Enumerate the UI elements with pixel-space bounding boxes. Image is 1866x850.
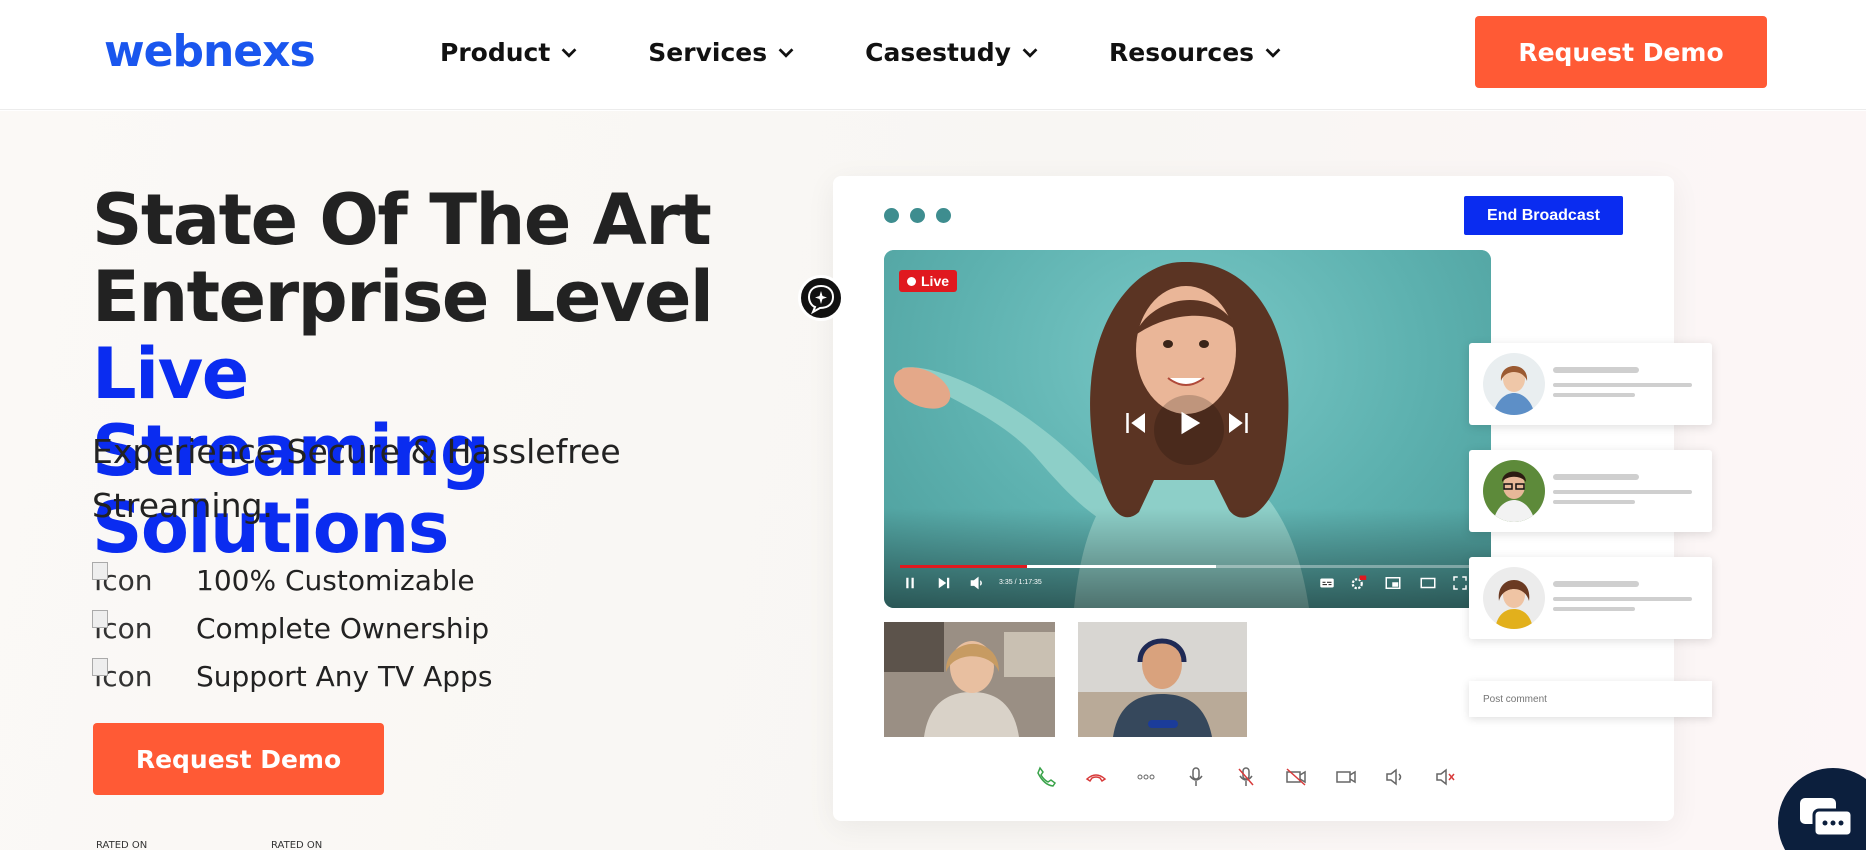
feature-item: Icon Complete Ownership — [92, 604, 492, 652]
feature-icon: Icon — [92, 608, 196, 648]
play-icon[interactable] — [1174, 408, 1204, 438]
feature-item: Icon Support Any TV Apps — [92, 652, 492, 700]
participant-thumbnail[interactable] — [884, 622, 1055, 737]
placeholder-line — [1553, 383, 1692, 387]
feature-icon: Icon — [92, 656, 196, 696]
skip-forward-icon[interactable] — [1224, 408, 1254, 438]
sparkle-chat-icon — [807, 284, 835, 315]
hero-title-line1: State Of The Art — [92, 179, 712, 261]
placeholder-line — [1553, 597, 1692, 601]
placeholder-line — [1553, 581, 1639, 587]
call-controls — [1034, 765, 1458, 789]
support-chat-button[interactable] — [1778, 768, 1866, 850]
pause-icon[interactable] — [901, 574, 919, 592]
feature-label: Complete Ownership — [196, 611, 490, 645]
video-progress-fill — [900, 565, 1027, 568]
chevron-down-icon — [561, 47, 577, 58]
ai-chat-button[interactable] — [798, 275, 844, 321]
participant-video — [1078, 622, 1247, 737]
video-time: 3:35 / 1:17:35 — [999, 579, 1042, 586]
feature-icon: Icon — [92, 560, 196, 600]
next-icon[interactable] — [935, 574, 953, 592]
hang-up-icon[interactable] — [1084, 765, 1108, 789]
chat-bubbles-icon — [1800, 798, 1854, 838]
participant-thumbnail[interactable] — [1078, 622, 1247, 737]
skip-back-icon[interactable] — [1120, 408, 1150, 438]
placeholder-line — [1553, 367, 1639, 373]
phone-icon[interactable] — [1034, 765, 1058, 789]
chevron-down-icon — [1265, 47, 1281, 58]
dot-icon — [936, 208, 951, 223]
placeholder-line — [1553, 500, 1635, 504]
chat-list-item[interactable] — [1469, 343, 1712, 425]
site-header: webnexs Product Services Casestudy Resou… — [0, 0, 1866, 110]
placeholder-line — [1553, 393, 1635, 397]
window-dots — [884, 208, 951, 223]
post-comment-input[interactable] — [1469, 681, 1712, 717]
fullscreen-icon[interactable] — [1451, 574, 1469, 592]
feature-label: 100% Customizable — [196, 563, 475, 597]
placeholder-line — [1553, 490, 1692, 494]
chat-list-item[interactable] — [1469, 450, 1712, 532]
hero-subtitle: Experience Secure & Hasslefree Streaming… — [92, 432, 621, 525]
feature-item: Icon 100% Customizable — [92, 556, 492, 604]
volume-icon[interactable] — [969, 574, 987, 592]
chat-list-item[interactable] — [1469, 557, 1712, 639]
placeholder-line — [1553, 474, 1639, 480]
chevron-down-icon — [778, 47, 794, 58]
avatar — [1483, 567, 1545, 629]
dot-icon — [884, 208, 899, 223]
settings-icon[interactable] — [1349, 574, 1367, 592]
participant-video — [884, 622, 1055, 737]
nav-label: Product — [440, 38, 551, 67]
main-nav: Product Services Casestudy Resources — [440, 38, 1352, 67]
video-shade — [884, 508, 1491, 608]
microphone-icon[interactable] — [1184, 765, 1208, 789]
placeholder-line — [1553, 607, 1635, 611]
rated-on-label: RATED ON — [96, 840, 148, 850]
hero-title-line2: Enterprise Level — [92, 256, 714, 338]
nav-item-product[interactable]: Product — [440, 38, 580, 67]
nav-item-resources[interactable]: Resources — [1109, 38, 1284, 67]
dot-icon — [910, 208, 925, 223]
hero-title-highlight: Live — [92, 333, 249, 415]
feature-list: Icon 100% Customizable Icon Complete Own… — [92, 556, 492, 700]
microphone-off-icon[interactable] — [1234, 765, 1258, 789]
logo[interactable]: webnexs — [104, 26, 316, 77]
rated-on-label: RATED ON — [271, 840, 323, 850]
miniplayer-icon[interactable] — [1384, 574, 1402, 592]
nav-item-casestudy[interactable]: Casestudy — [865, 38, 1041, 67]
video-off-icon[interactable] — [1284, 765, 1308, 789]
theater-mode-icon[interactable] — [1419, 574, 1437, 592]
speaker-icon[interactable] — [1384, 765, 1408, 789]
avatar — [1483, 460, 1545, 522]
captions-icon[interactable] — [1318, 574, 1336, 592]
live-badge: Live — [899, 270, 958, 292]
video-player[interactable]: Live 3:35 / 1:17:35 — [884, 250, 1491, 608]
hero-request-demo-button[interactable]: Request Demo — [93, 723, 384, 795]
nav-label: Services — [648, 38, 768, 67]
video-camera-icon[interactable] — [1334, 765, 1358, 789]
request-demo-button[interactable]: Request Demo — [1475, 16, 1767, 88]
avatar — [1483, 353, 1545, 415]
nav-label: Resources — [1108, 38, 1255, 67]
feature-label: Support Any TV Apps — [196, 659, 493, 693]
more-icon[interactable] — [1134, 765, 1158, 789]
chevron-down-icon — [1022, 47, 1038, 58]
nav-label: Casestudy — [865, 38, 1011, 67]
video-progress-bar[interactable] — [900, 565, 1475, 568]
end-broadcast-button[interactable]: End Broadcast — [1464, 196, 1623, 235]
nav-item-services[interactable]: Services — [648, 38, 797, 67]
speaker-off-icon[interactable] — [1434, 765, 1458, 789]
